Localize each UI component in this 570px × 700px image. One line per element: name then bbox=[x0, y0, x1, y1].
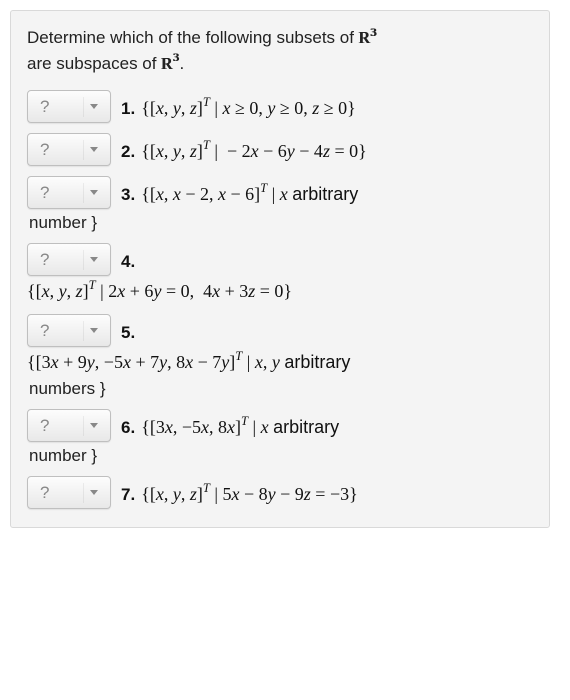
continuation-5: numbers } bbox=[29, 379, 533, 399]
problem-item-1: ? 1.{[x, y, z]T | x ≥ 0, y ≥ 0, z ≥ 0} bbox=[27, 90, 533, 123]
chevron-down-icon bbox=[83, 416, 104, 436]
question-prompt: Determine which of the following subsets… bbox=[27, 25, 533, 76]
dropdown-hint: ? bbox=[40, 250, 49, 270]
item-content-5: {[3x + 9y, −5x + 7y, 8x − 7y]T | x, y ar… bbox=[27, 347, 533, 375]
problem-item-2: ? 2.{[x, y, z]T | − 2x − 6y − 4z = 0} bbox=[27, 133, 533, 166]
chevron-down-icon bbox=[83, 483, 104, 503]
dropdown-hint: ? bbox=[40, 97, 49, 117]
chevron-down-icon bbox=[83, 183, 104, 203]
chevron-down-icon bbox=[83, 321, 104, 341]
answer-dropdown-7[interactable]: ? bbox=[27, 476, 111, 509]
item-content-3: 3.{[x, x − 2, x − 6]T | x arbitrary bbox=[121, 176, 358, 208]
dropdown-hint: ? bbox=[40, 483, 49, 503]
item-number-4: 4. bbox=[121, 243, 141, 275]
problem-item-6: ? 6.{[3x, −5x, 8x]T | x arbitrary number… bbox=[27, 409, 533, 466]
answer-dropdown-2[interactable]: ? bbox=[27, 133, 111, 166]
answer-dropdown-6[interactable]: ? bbox=[27, 409, 111, 442]
chevron-down-icon bbox=[83, 140, 104, 160]
question-line-2: are subspaces of bbox=[27, 54, 161, 73]
problem-item-4: ? 4. {[x, y, z]T | 2x + 6y = 0, 4x + 3z … bbox=[27, 243, 533, 304]
dropdown-hint: ? bbox=[40, 416, 49, 436]
dropdown-hint: ? bbox=[40, 183, 49, 203]
item-content-6: 6.{[3x, −5x, 8x]T | x arbitrary bbox=[121, 409, 339, 441]
problem-item-5: ? 5. {[3x + 9y, −5x + 7y, 8x − 7y]T | x,… bbox=[27, 314, 533, 399]
answer-dropdown-5[interactable]: ? bbox=[27, 314, 111, 347]
item-number-5: 5. bbox=[121, 314, 141, 346]
answer-dropdown-1[interactable]: ? bbox=[27, 90, 111, 123]
question-panel: Determine which of the following subsets… bbox=[10, 10, 550, 528]
question-line-1: Determine which of the following subsets… bbox=[27, 28, 359, 47]
dropdown-hint: ? bbox=[40, 321, 49, 341]
chevron-down-icon bbox=[83, 250, 104, 270]
chevron-down-icon bbox=[83, 97, 104, 117]
r3-symbol-2: R3 bbox=[161, 54, 179, 73]
problem-item-7: ? 7.{[x, y, z]T | 5x − 8y − 9z = −3} bbox=[27, 476, 533, 509]
continuation-3: number } bbox=[29, 213, 533, 233]
item-content-4: {[x, y, z]T | 2x + 6y = 0, 4x + 3z = 0} bbox=[27, 276, 533, 304]
item-content-2: 2.{[x, y, z]T | − 2x − 6y − 4z = 0} bbox=[121, 133, 367, 165]
problem-item-3: ? 3.{[x, x − 2, x − 6]T | x arbitrary nu… bbox=[27, 176, 533, 233]
r3-symbol-1: R3 bbox=[359, 28, 377, 47]
item-content-7: 7.{[x, y, z]T | 5x − 8y − 9z = −3} bbox=[121, 476, 358, 508]
answer-dropdown-4[interactable]: ? bbox=[27, 243, 111, 276]
item-content-1: 1.{[x, y, z]T | x ≥ 0, y ≥ 0, z ≥ 0} bbox=[121, 90, 356, 122]
dropdown-hint: ? bbox=[40, 140, 49, 160]
answer-dropdown-3[interactable]: ? bbox=[27, 176, 111, 209]
continuation-6: number } bbox=[29, 446, 533, 466]
